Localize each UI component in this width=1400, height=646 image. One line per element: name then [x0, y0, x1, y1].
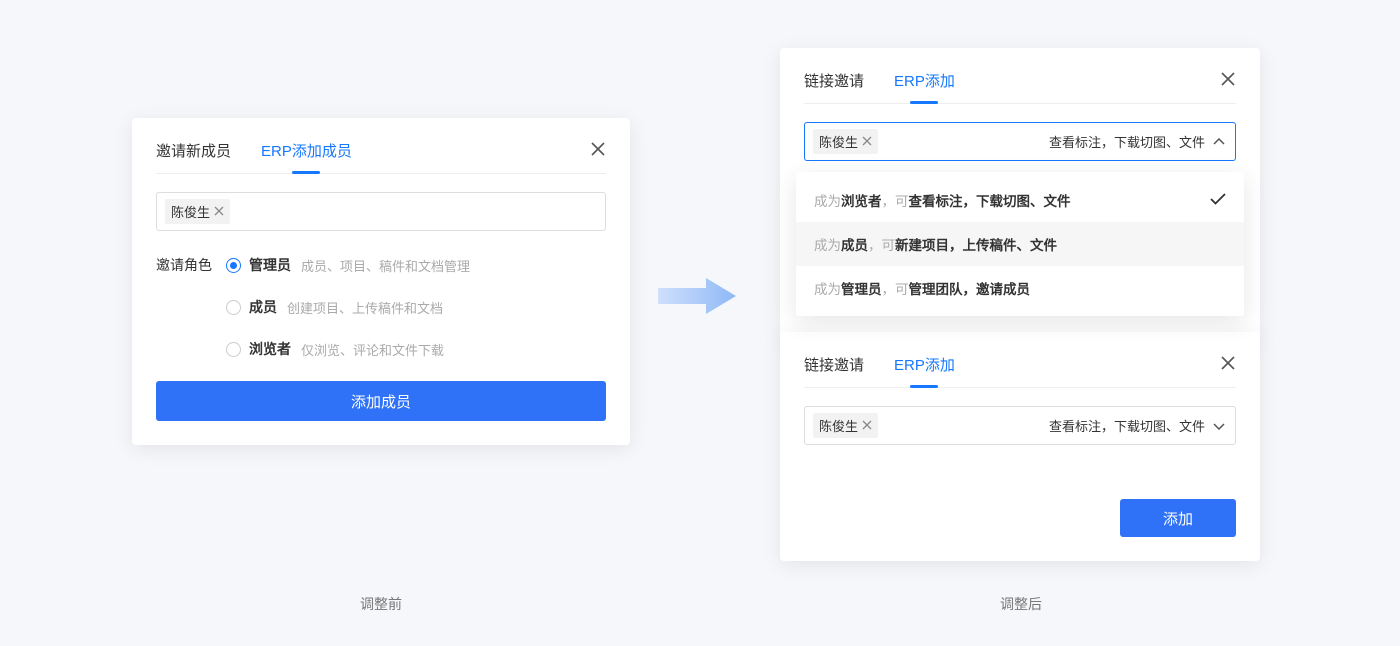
tab-erp-add[interactable]: ERP添加 — [894, 70, 955, 91]
chip-label: 陈俊生 — [171, 202, 210, 221]
tabs: 链接邀请 ERP添加 — [804, 70, 1236, 104]
role-row-member[interactable]: 成员 创建项目、上传稿件和文档 — [226, 297, 606, 317]
member-chip: 陈俊生 — [813, 413, 878, 438]
tab-invite-new[interactable]: 邀请新成员 — [156, 140, 231, 161]
member-input[interactable]: 陈俊生 — [156, 192, 606, 231]
role-desc: 成员、项目、稿件和文档管理 — [301, 256, 470, 275]
caption-after: 调整后 — [1000, 594, 1042, 614]
close-icon[interactable] — [590, 141, 606, 160]
member-chip: 陈俊生 — [165, 199, 230, 224]
close-icon[interactable] — [1220, 71, 1236, 90]
role-name: 浏览者 — [249, 339, 291, 359]
combo-value: 查看标注，下载切图、文件 — [1049, 132, 1205, 151]
chip-remove-icon[interactable] — [862, 420, 872, 432]
radio-icon[interactable] — [226, 342, 241, 357]
chip-label: 陈俊生 — [819, 132, 858, 151]
member-chip: 陈俊生 — [813, 129, 878, 154]
close-icon[interactable] — [1220, 355, 1236, 374]
role-desc: 创建项目、上传稿件和文档 — [287, 298, 443, 317]
role-name: 管理员 — [249, 255, 291, 275]
dialog-after-expanded: 链接邀请 ERP添加 陈俊生 查看标注，下载切图、文件 成为浏览者，可查看标注，… — [780, 48, 1260, 341]
chip-remove-icon[interactable] — [214, 206, 224, 218]
arrow-icon — [658, 276, 738, 316]
chip-label: 陈俊生 — [819, 416, 858, 435]
member-role-combo[interactable]: 陈俊生 查看标注，下载切图、文件 — [804, 406, 1236, 445]
tab-link-invite[interactable]: 链接邀请 — [804, 70, 864, 91]
radio-icon[interactable] — [226, 300, 241, 315]
chip-remove-icon[interactable] — [862, 136, 872, 148]
tab-erp-add[interactable]: ERP添加 — [894, 354, 955, 375]
chevron-up-icon[interactable] — [1213, 136, 1225, 148]
role-row-admin[interactable]: 邀请角色 管理员 成员、项目、稿件和文档管理 — [156, 255, 606, 275]
dropdown-option-admin[interactable]: 成为管理员，可管理团队，邀请成员 — [796, 266, 1244, 310]
add-member-button[interactable]: 添加成员 — [156, 381, 606, 421]
combo-value: 查看标注，下载切图、文件 — [1049, 416, 1205, 435]
chevron-down-icon[interactable] — [1213, 420, 1225, 432]
tabs: 邀请新成员 ERP添加成员 — [156, 140, 606, 174]
dialog-after-collapsed: 链接邀请 ERP添加 陈俊生 查看标注，下载切图、文件 添加 — [780, 332, 1260, 561]
dialog-before: 邀请新成员 ERP添加成员 陈俊生 邀请角色 管理员 成员、项目、稿件和文档管理… — [132, 118, 630, 445]
role-section-label: 邀请角色 — [156, 255, 226, 275]
role-name: 成员 — [249, 297, 277, 317]
add-button[interactable]: 添加 — [1120, 499, 1236, 537]
tab-erp-add[interactable]: ERP添加成员 — [261, 140, 352, 161]
caption-before: 调整前 — [360, 594, 402, 614]
check-icon — [1210, 193, 1226, 208]
role-row-viewer[interactable]: 浏览者 仅浏览、评论和文件下载 — [226, 339, 606, 359]
radio-icon[interactable] — [226, 258, 241, 273]
member-role-combo[interactable]: 陈俊生 查看标注，下载切图、文件 — [804, 122, 1236, 161]
tabs: 链接邀请 ERP添加 — [804, 354, 1236, 388]
dropdown-option-member[interactable]: 成为成员，可新建项目，上传稿件、文件 — [796, 222, 1244, 266]
role-section: 邀请角色 管理员 成员、项目、稿件和文档管理 成员 创建项目、上传稿件和文档 浏… — [156, 255, 606, 359]
dropdown-option-viewer[interactable]: 成为浏览者，可查看标注，下载切图、文件 — [796, 178, 1244, 222]
tab-link-invite[interactable]: 链接邀请 — [804, 354, 864, 375]
role-desc: 仅浏览、评论和文件下载 — [301, 340, 444, 359]
role-dropdown: 成为浏览者，可查看标注，下载切图、文件 成为成员，可新建项目，上传稿件、文件 成… — [796, 172, 1244, 316]
